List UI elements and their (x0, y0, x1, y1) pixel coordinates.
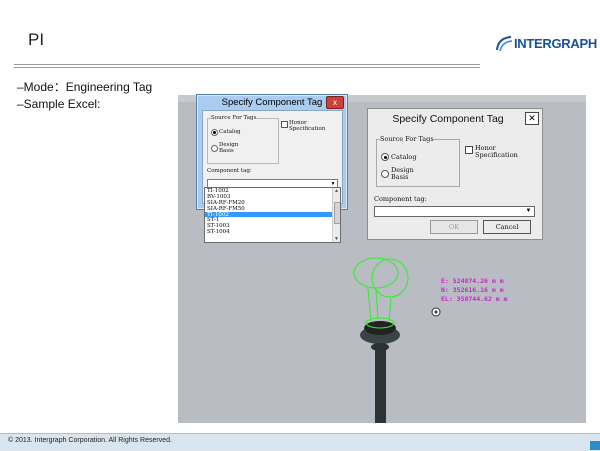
slide-title: PI (28, 30, 45, 49)
scroll-up-icon[interactable]: ▲ (333, 188, 340, 194)
ok-button[interactable]: OK (430, 220, 478, 234)
radio-catalog-label: Catalog (219, 129, 241, 135)
source-group: Source For Tags Catalog Design Basis (376, 135, 460, 187)
copyright-text: © 2013. Intergraph Corporation. All Righ… (8, 437, 172, 444)
honor-spec-checkbox[interactable] (465, 146, 473, 154)
footer-bar: © 2013. Intergraph Corporation. All Righ… (0, 433, 600, 451)
radio-design-basis-label: Design Basis (391, 166, 414, 181)
pipe-collar[interactable] (371, 343, 389, 351)
dialog-title: Specify Component Tag (392, 113, 504, 125)
list-item[interactable]: ST-1004 (205, 229, 340, 235)
component-tag-combo[interactable]: ▼ (374, 206, 535, 217)
source-group: Source For Tags Catalog Design Basis (207, 115, 279, 164)
title-divider (14, 64, 480, 65)
close-button[interactable]: ✕ (525, 112, 539, 125)
radio-design-basis[interactable] (211, 145, 218, 152)
logo-mark-icon (496, 36, 513, 52)
close-button[interactable]: x (326, 96, 344, 109)
honor-spec-label: Honor Specification (475, 144, 518, 159)
component-tag-label: Component tag: (374, 195, 427, 203)
radio-catalog[interactable] (211, 129, 218, 136)
coord-easting: E: 524874.26 m m (441, 277, 504, 285)
honor-spec-checkbox[interactable] (281, 121, 288, 128)
coord-northing: N: 352616.16 m m (441, 286, 504, 294)
radio-design-basis-label: Design Basis (219, 142, 239, 154)
title-divider (14, 67, 480, 68)
bullet-mode: –Mode：Engineering Tag (17, 80, 153, 94)
scroll-down-icon[interactable]: ▼ (333, 236, 340, 242)
component-tag-dropdown-list[interactable]: TI-1002 BV-1003 SIA-RF-FM20 SIA-RF-FM50 … (204, 187, 341, 243)
list-scrollbar[interactable]: ▲ ▼ (332, 188, 340, 242)
scroll-thumb[interactable] (334, 202, 340, 224)
specify-component-tag-dialog-classic[interactable]: Specify Component Tag ✕ Source For Tags … (367, 108, 543, 240)
logo-text: INTERGRAPH (514, 36, 597, 51)
chevron-down-icon[interactable]: ▼ (524, 207, 533, 216)
component-tag-label: Component tag: (207, 168, 252, 174)
coord-elevation: EL: 358744.62 m m (441, 295, 508, 303)
footer-accent (590, 441, 600, 450)
group-label: Source For Tags (380, 135, 434, 143)
cancel-button[interactable]: Cancel (483, 220, 531, 234)
radio-catalog[interactable] (381, 153, 389, 161)
intergraph-logo: INTERGRAPH (494, 34, 597, 54)
dialog-title: Specify Component Tag (221, 97, 323, 108)
component-wireframe[interactable] (353, 257, 409, 329)
radio-design-basis[interactable] (381, 170, 389, 178)
bullet-sample-excel: –Sample Excel: (17, 97, 101, 111)
group-label: Source For Tags (211, 115, 257, 121)
radio-catalog-label: Catalog (391, 153, 417, 161)
honor-spec-label: Honor Specification (289, 120, 326, 132)
